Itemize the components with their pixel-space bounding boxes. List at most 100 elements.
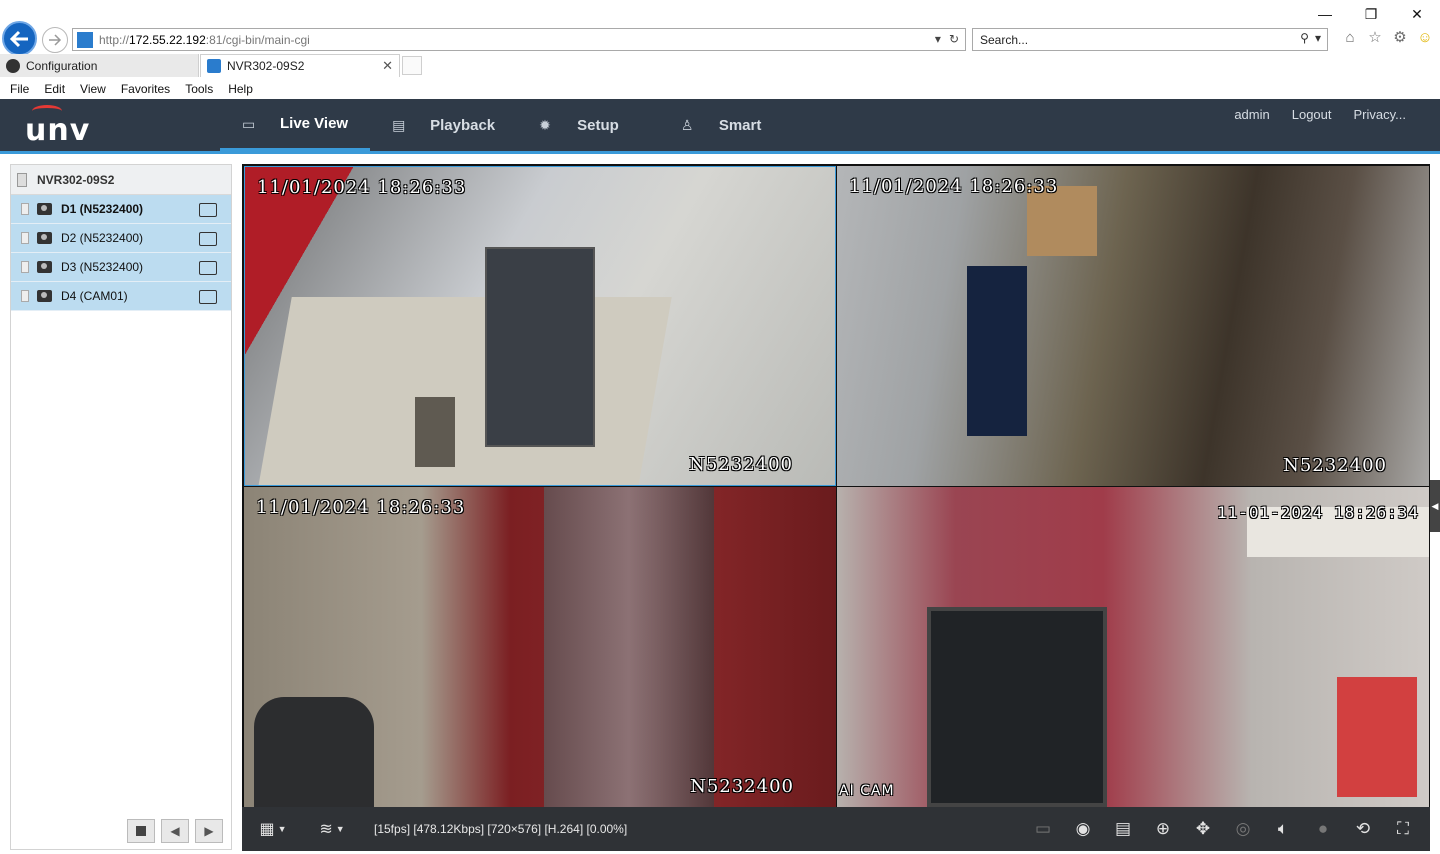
- channel-d4[interactable]: D4 (CAM01): [11, 282, 231, 311]
- display-mode-icon[interactable]: ▭: [1032, 818, 1054, 840]
- privacy-link[interactable]: Privacy...: [1354, 107, 1407, 122]
- settings-gear-icon[interactable]: ⚙: [1391, 28, 1409, 46]
- fullscreen-icon[interactable]: ⛶: [1392, 818, 1414, 840]
- address-bar[interactable]: http://172.55.22.192:81/cgi-bin/main-cgi…: [72, 28, 966, 51]
- tab-label: NVR302-09S2: [227, 59, 305, 73]
- live-video-grid: 11/01/2024 18:26:33 N5232400 11/01/2024 …: [242, 164, 1430, 807]
- new-tab-button[interactable]: [402, 56, 422, 75]
- record-icon[interactable]: [199, 232, 217, 246]
- channel-label: D2 (N5232400): [61, 231, 144, 245]
- gear-icon: ✹: [539, 117, 551, 133]
- unv-logo: unv: [25, 105, 90, 148]
- osd-timestamp: 11/01/2024 18:26:33: [256, 497, 466, 518]
- user-links: admin Logout Privacy...: [1234, 107, 1406, 122]
- microphone-icon[interactable]: ●: [1312, 818, 1334, 840]
- menu-help[interactable]: Help: [228, 82, 253, 96]
- drag-handle-icon[interactable]: [21, 232, 29, 244]
- local-record-clapper-icon[interactable]: ▤: [1112, 818, 1134, 840]
- record-icon[interactable]: [199, 203, 217, 217]
- feedback-smiley-icon[interactable]: ☺: [1416, 28, 1434, 46]
- video-tile-4[interactable]: 11-01-2024 18:26:34 AI CAM: [837, 487, 1429, 807]
- drag-handle-icon[interactable]: [21, 290, 29, 302]
- 3d-zoom-icon[interactable]: ⟲: [1352, 818, 1374, 840]
- film-icon: ▤: [392, 117, 406, 133]
- dropdown-arrow-icon[interactable]: ▾: [935, 32, 941, 46]
- menu-edit[interactable]: Edit: [44, 82, 65, 96]
- stream-icon: ≋: [319, 821, 333, 838]
- channel-d1[interactable]: D1 (N5232400): [11, 195, 231, 224]
- digital-zoom-icon[interactable]: ⊕: [1152, 818, 1174, 840]
- device-root-label: NVR302-09S2: [37, 172, 115, 187]
- audio-speaker-icon[interactable]: 🔈︎: [1272, 818, 1294, 840]
- nav-live-view[interactable]: ▭ Live View: [220, 99, 371, 151]
- ptz-control-icon[interactable]: ✥: [1192, 818, 1214, 840]
- nav-smart[interactable]: ♙ Smart: [641, 99, 784, 151]
- tab-configuration[interactable]: Configuration: [0, 54, 199, 77]
- channel-d2[interactable]: D2 (N5232400): [11, 224, 231, 253]
- arrow-right-icon: [49, 34, 62, 46]
- favorites-star-icon[interactable]: ☆: [1366, 28, 1384, 46]
- menu-favorites[interactable]: Favorites: [121, 82, 170, 96]
- tab-favicon-icon: [207, 59, 221, 73]
- camera-feed-image: [244, 487, 836, 807]
- stop-all-button[interactable]: [127, 819, 155, 843]
- forward-button[interactable]: [42, 27, 68, 53]
- collapse-panel-handle[interactable]: ◀: [1430, 480, 1440, 532]
- record-icon[interactable]: [199, 290, 217, 304]
- refresh-icon[interactable]: ↻: [949, 32, 959, 46]
- channel-label: D4 (CAM01): [61, 289, 128, 303]
- monitor-icon: ▭: [242, 115, 256, 132]
- nvr-device-icon: [17, 172, 27, 187]
- browser-titlebar: http://172.55.22.192:81/cgi-bin/main-cgi…: [0, 0, 1440, 56]
- nav-playback[interactable]: ▤ Playback: [370, 99, 517, 151]
- menu-file[interactable]: File: [10, 82, 29, 96]
- device-root[interactable]: NVR302-09S2: [11, 165, 231, 195]
- stream-select-button[interactable]: ≋ ▼: [304, 807, 360, 851]
- minimize-button[interactable]: —: [1302, 0, 1348, 28]
- person-icon: ♙: [680, 117, 694, 133]
- tab-label: Configuration: [26, 58, 98, 73]
- menu-view[interactable]: View: [80, 82, 106, 96]
- osd-timestamp: 11-01-2024 18:26:34: [1216, 503, 1419, 522]
- search-icon[interactable]: ⚲: [1300, 31, 1309, 45]
- address-url: http://172.55.22.192:81/cgi-bin/main-cgi: [99, 32, 310, 47]
- video-tile-1[interactable]: 11/01/2024 18:26:33 N5232400: [244, 166, 836, 486]
- camera-feed-image: [837, 487, 1429, 807]
- back-button[interactable]: [2, 21, 37, 56]
- record-icon[interactable]: [199, 261, 217, 275]
- channel-label: D3 (N5232400): [61, 260, 144, 274]
- restore-button[interactable]: ❐: [1348, 0, 1394, 28]
- tab-nvr302[interactable]: NVR302-09S2 ✕: [200, 54, 400, 77]
- menu-tools[interactable]: Tools: [185, 82, 213, 96]
- video-tile-2[interactable]: 11/01/2024 18:26:33 N5232400: [837, 166, 1429, 486]
- grid-layout-icon: ▦: [259, 821, 275, 838]
- drag-handle-icon[interactable]: [21, 261, 29, 273]
- arrow-left-icon: [9, 30, 28, 47]
- drag-handle-icon[interactable]: [21, 203, 29, 215]
- search-dropdown-icon[interactable]: ▾: [1315, 31, 1321, 45]
- screen-layout-button[interactable]: ▦ ▼: [250, 807, 296, 851]
- site-favicon-icon: [77, 31, 93, 48]
- channel-d3[interactable]: D3 (N5232400): [11, 253, 231, 282]
- next-page-button[interactable]: ▶: [195, 819, 223, 843]
- tab-close-icon[interactable]: ✕: [382, 58, 393, 74]
- snapshot-camera-icon[interactable]: ◉: [1072, 818, 1094, 840]
- camera-feed-image: [837, 166, 1429, 486]
- prev-page-button[interactable]: ◀: [161, 819, 189, 843]
- nav-label: Setup: [577, 116, 619, 134]
- home-icon[interactable]: ⌂: [1341, 28, 1359, 46]
- search-box[interactable]: Search... ⚲ ▾: [972, 28, 1328, 51]
- camera-icon: [37, 261, 52, 273]
- osd-timestamp: 11/01/2024 18:26:33: [257, 177, 467, 198]
- search-input[interactable]: Search...: [980, 33, 1028, 47]
- browser-menubar: File Edit View Favorites Tools Help: [0, 78, 1440, 99]
- device-tree-panel: NVR302-09S2 D1 (N5232400) D2 (N5232400) …: [10, 164, 232, 850]
- nav-setup[interactable]: ✹ Setup: [517, 99, 641, 151]
- osd-camera-name: N5232400: [690, 776, 794, 797]
- video-tile-3[interactable]: 11/01/2024 18:26:33 N5232400: [244, 487, 836, 807]
- camera-icon: [37, 203, 52, 215]
- ptz-3d-positioning-icon[interactable]: ◎: [1232, 818, 1254, 840]
- close-window-button[interactable]: ✕: [1394, 0, 1440, 28]
- logout-link[interactable]: Logout: [1292, 107, 1332, 122]
- osd-camera-name: N5232400: [1283, 455, 1387, 476]
